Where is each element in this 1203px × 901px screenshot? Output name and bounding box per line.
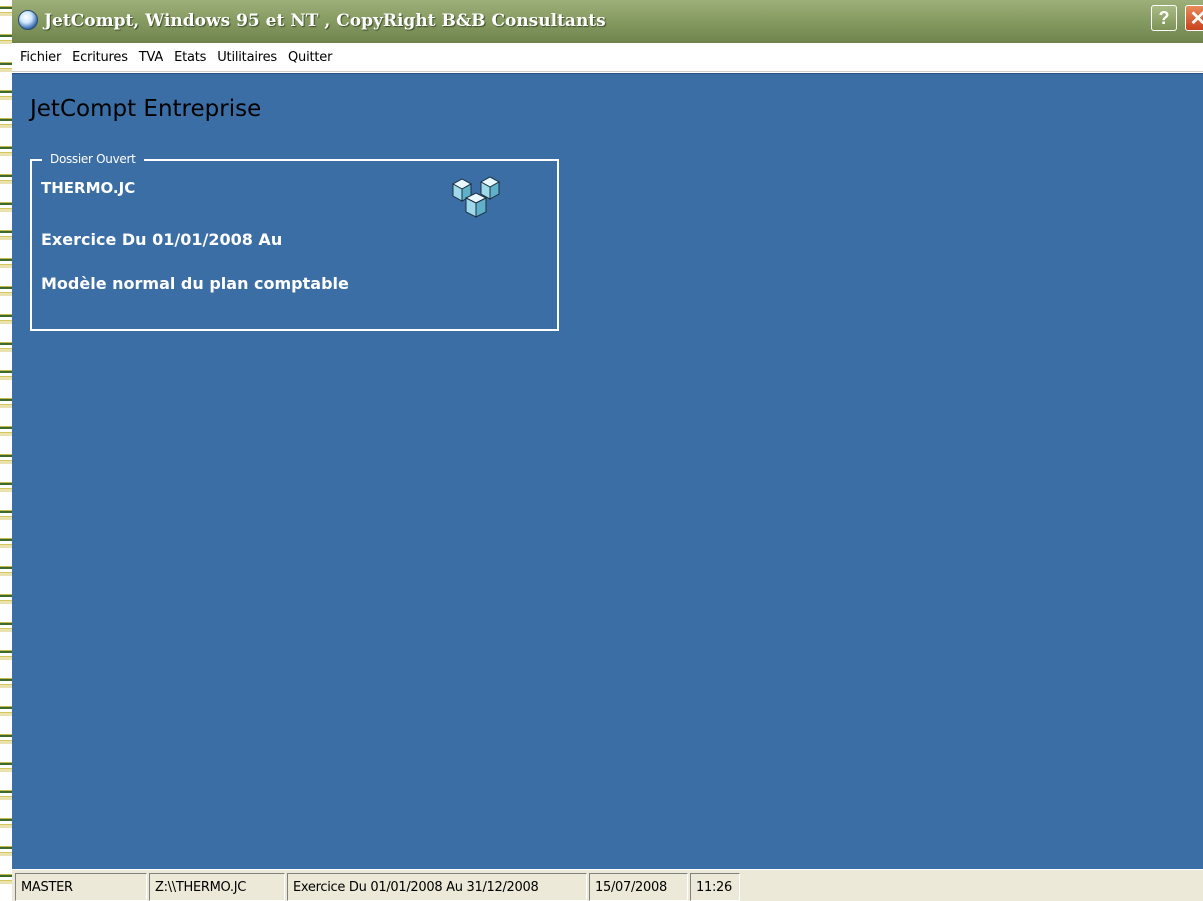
status-exercice: Exercice Du 01/01/2008 Au 31/12/2008 (287, 873, 587, 901)
dossier-filename: THERMO.JC (41, 179, 136, 197)
dossier-exercice: Exercice Du 01/01/2008 Au 31/12/2008 (41, 230, 283, 259)
status-path: Z:\\THERMO.JC (149, 873, 285, 901)
help-button[interactable]: ? (1151, 5, 1177, 31)
decorative-border (0, 0, 12, 901)
menu-quitter[interactable]: Quitter (288, 50, 332, 65)
close-button[interactable]: ✕ (1185, 5, 1203, 31)
menu-fichier[interactable]: Fichier (20, 50, 61, 65)
status-date: 15/07/2008 (589, 873, 688, 901)
status-bar: MASTER Z:\\THERMO.JC Exercice Du 01/01/2… (12, 869, 1203, 901)
menu-utilitaires[interactable]: Utilitaires (217, 50, 277, 65)
status-time: 11:26 (690, 873, 740, 901)
groupbox-legend: Dossier Ouvert (42, 152, 144, 166)
dossier-groupbox: Dossier Ouvert THERMO.JC Exercice Du 01/… (30, 152, 559, 331)
app-globe-icon[interactable] (18, 9, 38, 30)
window-title: JetCompt, Windows 95 et NT , CopyRight B… (44, 10, 606, 31)
main-client-area: JetCompt Entreprise Dossier Ouvert THERM… (12, 73, 1203, 869)
page-title: JetCompt Entreprise (30, 96, 262, 122)
status-user: MASTER (15, 873, 147, 901)
menu-bar: Fichier Ecritures TVA Etats Utilitaires … (12, 43, 1203, 72)
menu-etats[interactable]: Etats (174, 50, 206, 65)
stacked-boxes-icon (451, 176, 501, 218)
title-bar[interactable]: JetCompt, Windows 95 et NT , CopyRight B… (12, 0, 1203, 43)
dossier-modele: Modèle normal du plan comptable (41, 274, 349, 293)
menu-ecritures[interactable]: Ecritures (72, 50, 128, 65)
menu-tva[interactable]: TVA (139, 50, 163, 65)
